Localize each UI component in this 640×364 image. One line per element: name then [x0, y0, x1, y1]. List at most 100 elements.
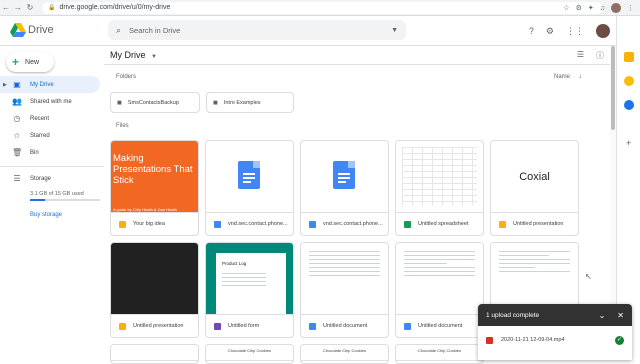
slides-icon — [119, 220, 126, 228]
page-title[interactable]: My Drive ▼ — [110, 50, 157, 60]
docs-icon — [214, 220, 221, 228]
list-view-icon[interactable]: ☰ — [577, 50, 584, 61]
forms-icon — [214, 322, 221, 330]
file-thumbnail — [301, 141, 388, 213]
info-icon[interactable]: ⓘ — [596, 50, 604, 61]
storage-bar-fill — [30, 199, 45, 201]
settings-extension-icon[interactable]: ⚙ — [576, 4, 582, 12]
account-avatar[interactable] — [596, 24, 610, 38]
help-icon[interactable]: ? — [529, 26, 534, 36]
scrollbar-thumb[interactable] — [611, 46, 615, 130]
expand-caret-icon[interactable]: ▶ — [3, 82, 7, 88]
file-name: vnd.sec.contact.phone... — [228, 221, 288, 227]
apps-grid-icon[interactable]: ⋮⋮ — [566, 26, 584, 37]
sidebar-item-label: Recent — [30, 115, 50, 122]
file-card[interactable]: Product Log Untitled form — [205, 242, 294, 338]
url-text: drive.google.com/drive/u/0/my-drive — [59, 4, 171, 11]
plus-icon: + — [12, 55, 20, 69]
folder-item[interactable]: ■ Intro Examples — [206, 92, 294, 113]
file-thumbnail — [206, 141, 293, 213]
sidebar-item-shared-with-me[interactable]: 👥 Shared with me — [0, 93, 100, 110]
star-bookmark-icon[interactable]: ☆ — [563, 4, 569, 12]
new-button[interactable]: + New — [6, 52, 54, 72]
search-options-icon[interactable]: ▼ — [391, 27, 398, 34]
file-card[interactable]: Making Presentations That Stick A guide … — [110, 140, 199, 236]
sheets-icon — [404, 220, 411, 228]
file-card[interactable]: Untitled spreadsheet — [395, 140, 484, 236]
file-card[interactable]: Untitled document — [300, 242, 389, 338]
sidebar-item-storage[interactable]: ☰ Storage — [0, 170, 100, 187]
header-divider — [104, 64, 610, 65]
lock-icon: 🔒 — [48, 5, 56, 11]
buy-storage-link[interactable]: Buy storage — [30, 212, 62, 218]
docs-icon — [404, 322, 411, 330]
storage-usage-text: 3.1 GB of 15 GB used — [30, 191, 84, 197]
star-icon: ☆ — [13, 131, 21, 140]
back-icon[interactable]: ← — [0, 3, 12, 12]
file-thumbnail: Making Presentations That Stick A guide … — [111, 141, 198, 213]
close-icon[interactable]: ✕ — [617, 311, 624, 320]
sidebar-item-my-drive[interactable]: ▶ ▣ My Drive — [0, 76, 100, 93]
browser-profile-avatar[interactable] — [611, 3, 621, 13]
file-thumbnail — [396, 243, 483, 315]
shared-icon: 👥 — [12, 97, 22, 106]
file-card[interactable]: Chocolate Chip Cookies — [395, 344, 484, 364]
sidebar-item-recent[interactable]: ◷ Recent — [0, 110, 100, 127]
file-name: vnd.sec.contact.phone... — [323, 221, 383, 227]
upload-file-row[interactable]: 2020-11-21 12-09-04.mp4 ✓ — [478, 326, 632, 354]
file-card[interactable]: Untitled presentation — [110, 242, 199, 338]
folder-item[interactable]: ■ SmsContactsBackup — [110, 92, 200, 113]
thumbnail-title: Coxial — [519, 171, 550, 183]
media-icon[interactable]: ♫ — [600, 5, 605, 12]
file-card[interactable]: Chocolate Chip Cookies — [205, 344, 294, 364]
settings-icon[interactable]: ⚙ — [546, 26, 554, 37]
files-heading: Files — [116, 123, 129, 129]
file-thumbnail: Chocolate Chip Cookies — [396, 345, 483, 361]
storage-icon: ☰ — [13, 174, 21, 183]
reload-icon[interactable]: ↻ — [24, 3, 36, 12]
extensions-icon[interactable]: ✦ — [588, 4, 594, 12]
new-button-label: New — [25, 58, 40, 66]
file-name: Untitled spreadsheet — [418, 221, 469, 227]
brand-name[interactable]: Drive — [28, 24, 54, 36]
sidebar-item-label: Starred — [30, 132, 50, 139]
keep-icon[interactable] — [624, 76, 634, 86]
chevron-down-icon: ▼ — [151, 54, 157, 60]
browser-menu-icon[interactable]: ⋮ — [627, 4, 634, 12]
sort-by-name[interactable]: Name — [554, 74, 570, 80]
sidebar-divider — [0, 166, 104, 167]
folder-icon: ■ — [117, 98, 122, 107]
check-icon: ✓ — [615, 335, 624, 345]
docs-large-icon — [238, 161, 260, 189]
tasks-icon[interactable] — [624, 100, 634, 110]
file-thumbnail: Coxial — [491, 141, 578, 213]
spreadsheet-preview — [402, 147, 477, 206]
collapse-icon[interactable]: ⌄ — [599, 311, 606, 320]
add-addon-icon[interactable]: + — [626, 138, 631, 148]
file-thumbnail — [111, 345, 198, 361]
file-card[interactable]: vnd.sec.contact.phone... — [300, 140, 389, 236]
file-thumbnail — [301, 243, 388, 315]
shared-folder-icon: ■ — [213, 98, 218, 107]
drive-logo-icon — [10, 23, 26, 37]
folders-heading: Folders — [116, 74, 137, 80]
file-card[interactable]: Coxial Untitled presentation — [490, 140, 579, 236]
sidebar-item-starred[interactable]: ☆ Starred — [0, 127, 100, 144]
address-bar[interactable]: 🔒 drive.google.com/drive/u/0/my-drive — [42, 1, 602, 14]
file-card[interactable]: vnd.sec.contact.phone... — [205, 140, 294, 236]
search-icon[interactable]: ⌕ — [116, 25, 121, 36]
file-card[interactable]: Untitled document — [395, 242, 484, 338]
file-thumbnail: Product Log — [206, 243, 293, 315]
sidebar-item-label: Storage — [30, 175, 52, 182]
file-thumbnail: Chocolate Chip Cookies — [301, 345, 388, 361]
file-name: Untitled presentation — [133, 323, 184, 329]
sidebar-item-bin[interactable]: 🗑 Bin — [0, 144, 100, 161]
file-thumbnail — [111, 243, 198, 315]
sort-direction-icon[interactable]: ↓ — [579, 73, 583, 80]
search-input[interactable]: ⌕ Search in Drive ▼ — [108, 20, 406, 40]
file-card[interactable] — [110, 344, 199, 364]
file-name: Untitled form — [228, 323, 260, 329]
forward-icon[interactable]: → — [12, 3, 24, 12]
file-card[interactable]: Chocolate Chip Cookies — [300, 344, 389, 364]
calendar-icon[interactable] — [624, 52, 634, 62]
